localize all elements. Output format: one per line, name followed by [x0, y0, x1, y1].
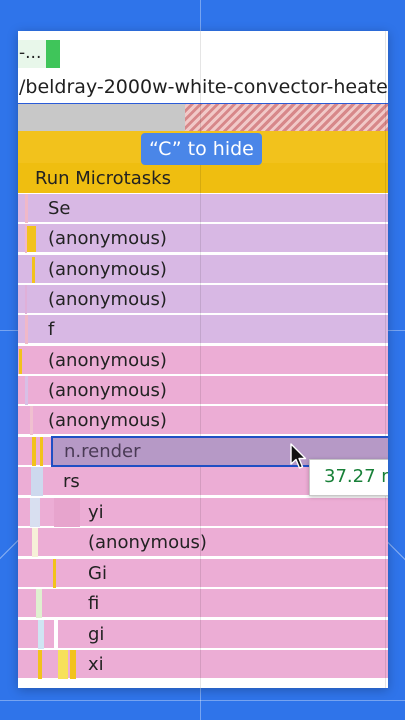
flame-row[interactable]: (anonymous): [18, 285, 388, 314]
time-gridline: [385, 31, 386, 688]
flame-row-label: Se: [48, 198, 71, 219]
flame-row[interactable]: (anonymous): [18, 255, 388, 284]
flame-row[interactable]: Gi: [18, 559, 388, 588]
flame-row[interactable]: fi: [18, 589, 388, 618]
call-marker: [31, 467, 43, 496]
flame-row-run-microtasks[interactable]: Run Microtasks: [18, 163, 388, 194]
selected-entry-label: n.render: [64, 441, 141, 462]
flame-row-label: (anonymous): [48, 228, 167, 249]
call-marker: [30, 498, 40, 527]
flame-row[interactable]: (anonymous): [18, 406, 388, 435]
request-url: /beldray-2000w-white-convector-heater: [19, 76, 388, 98]
flame-row[interactable]: (anonymous): [18, 376, 388, 405]
call-marker: [70, 650, 76, 679]
flame-row-label: Gi: [88, 563, 107, 584]
call-marker: [32, 528, 38, 557]
duration-tooltip: 37.27 ms: [309, 459, 388, 496]
network-request-row[interactable]: /beldray-2000w-white-convector-heater: [18, 71, 388, 104]
background-grid-line: [0, 700, 405, 701]
flame-row[interactable]: (anonymous): [18, 224, 388, 253]
call-marker: [27, 226, 36, 252]
flame-row-label: rs: [63, 471, 80, 492]
long-task-hatch[interactable]: [185, 104, 388, 131]
call-marker: [25, 376, 28, 405]
call-marker: [25, 315, 28, 344]
call-marker: [30, 406, 33, 435]
task-track: [18, 104, 388, 131]
flame-row[interactable]: f: [18, 315, 388, 344]
frame-marker-label: -...: [19, 43, 42, 63]
call-marker: [54, 498, 80, 527]
background-grid-line: [200, 688, 201, 720]
timeline-ruler: -...: [18, 31, 388, 72]
flame-row[interactable]: xi: [18, 650, 388, 679]
flame-row-label: f: [48, 319, 55, 340]
call-marker: [53, 559, 56, 588]
call-marker: [25, 285, 27, 314]
flame-row-label: (anonymous): [48, 410, 167, 431]
duration-text: 37.27 ms: [324, 466, 388, 487]
flame-row-label: Run Microtasks: [35, 168, 171, 189]
call-marker: [40, 437, 43, 466]
flame-row[interactable]: yi: [18, 498, 388, 527]
time-gridline: [200, 31, 201, 688]
flame-row[interactable]: (anonymous): [18, 346, 388, 375]
performance-flame-chart-panel: -... /beldray-2000w-white-convector-heat…: [18, 31, 388, 688]
background-grid-line: [200, 0, 201, 31]
flame-row[interactable]: gi: [18, 620, 388, 649]
flame-row-label: (anonymous): [48, 350, 167, 371]
flame-row-label: (anonymous): [48, 380, 167, 401]
call-marker: [58, 650, 68, 679]
flame-row[interactable]: Se: [18, 194, 388, 223]
flame-row-label: fi: [88, 593, 100, 614]
call-marker: [36, 589, 42, 618]
flame-row-label: (anonymous): [88, 532, 207, 553]
call-marker: [19, 349, 22, 374]
call-marker: [38, 650, 42, 679]
call-marker: [38, 620, 44, 649]
call-marker: [54, 620, 58, 649]
flame-row-label: xi: [88, 654, 104, 675]
call-marker: [32, 257, 35, 283]
call-marker: [25, 224, 27, 253]
flame-row-label: (anonymous): [48, 289, 167, 310]
call-marker: [32, 437, 36, 466]
call-marker: [25, 194, 28, 223]
hide-hint-badge: “C” to hide: [141, 133, 262, 165]
flame-row-label: gi: [88, 624, 105, 645]
flame-row[interactable]: (anonymous): [18, 528, 388, 557]
flame-row-label: (anonymous): [48, 259, 167, 280]
flame-row-label: yi: [88, 502, 104, 523]
mouse-pointer-icon: [290, 443, 307, 469]
